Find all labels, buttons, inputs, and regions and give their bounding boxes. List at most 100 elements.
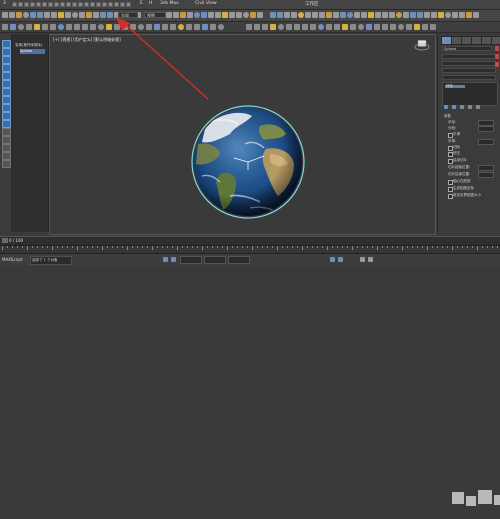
menu-item[interactable]: 工作区 xyxy=(305,1,319,7)
modifier-list-dropdown[interactable] xyxy=(442,54,496,59)
toolbar-button-icon[interactable] xyxy=(236,12,242,18)
menu-glyph-icon[interactable] xyxy=(18,1,23,7)
toolbar-button-icon[interactable] xyxy=(37,12,43,18)
maxscript-label[interactable]: MAXScript xyxy=(2,257,23,262)
toolbar-button-icon[interactable] xyxy=(250,12,256,18)
menu-glyph-icon[interactable] xyxy=(36,1,41,7)
toolbar-button-icon[interactable] xyxy=(445,12,451,18)
slice-to-spinner[interactable] xyxy=(478,172,494,178)
toolbar-button-icon[interactable] xyxy=(86,12,92,18)
hemisphere-spinner[interactable] xyxy=(478,139,494,145)
scene-explorer-tool-icon[interactable] xyxy=(2,136,11,144)
auto-key-button[interactable] xyxy=(330,257,335,262)
menu-glyph-icon[interactable] xyxy=(102,1,107,7)
menu-glyph-icon[interactable] xyxy=(24,1,29,7)
pin-stack-icon[interactable] xyxy=(444,105,448,109)
toolbar-button-icon[interactable] xyxy=(396,12,402,18)
ribbon-button-icon[interactable] xyxy=(326,24,332,30)
toolbar-button-icon[interactable] xyxy=(270,12,276,18)
scene-explorer-tool-icon[interactable] xyxy=(2,56,11,64)
ribbon-button-icon[interactable] xyxy=(358,24,364,30)
toolbar-button-icon[interactable] xyxy=(100,12,106,18)
toolbar-button-icon[interactable] xyxy=(257,12,263,18)
slice-from-spinner[interactable] xyxy=(478,165,494,171)
toolbar-button-icon[interactable] xyxy=(44,12,50,18)
ribbon-button-icon[interactable] xyxy=(90,24,96,30)
ribbon-button-icon[interactable] xyxy=(50,24,56,30)
toolbar-button-icon[interactable] xyxy=(93,12,99,18)
toolbar-button-icon[interactable] xyxy=(298,12,304,18)
menu-glyph-icon[interactable] xyxy=(66,1,71,7)
menu-glyph-icon[interactable] xyxy=(60,1,65,7)
toolbar-button-icon[interactable] xyxy=(201,12,207,18)
toolbar-button-icon[interactable] xyxy=(79,12,85,18)
toolbar-button-icon[interactable] xyxy=(194,12,200,18)
ribbon-button-icon[interactable] xyxy=(74,24,80,30)
ribbon-button-icon[interactable] xyxy=(390,24,396,30)
ribbon-button-icon[interactable] xyxy=(10,24,16,30)
toolbar-button-icon[interactable] xyxy=(333,12,339,18)
toolbar-button-icon[interactable] xyxy=(222,12,228,18)
toolbar-button-icon[interactable] xyxy=(229,12,235,18)
toolbar-button-icon[interactable] xyxy=(107,12,113,18)
toolbar-button-icon[interactable] xyxy=(382,12,388,18)
edge-button-1[interactable] xyxy=(495,46,499,51)
menu-glyph-icon[interactable] xyxy=(42,1,47,7)
ribbon-button-icon[interactable] xyxy=(278,24,284,30)
menu-glyph-icon[interactable] xyxy=(54,1,59,7)
ribbon-button-icon[interactable] xyxy=(270,24,276,30)
ribbon-button-icon[interactable] xyxy=(430,24,436,30)
ribbon-button-icon[interactable] xyxy=(334,24,340,30)
modifier-stack[interactable]: 球体 xyxy=(442,82,498,106)
modifier-field-4[interactable] xyxy=(442,75,496,80)
ribbon-button-icon[interactable] xyxy=(254,24,260,30)
menu-glyph-icon[interactable] xyxy=(96,1,101,7)
ribbon-button-icon[interactable] xyxy=(294,24,300,30)
reference-coord-dropdown[interactable]: 视图 xyxy=(144,12,166,18)
menu-item[interactable]: H xyxy=(149,1,152,6)
ribbon-button-icon[interactable] xyxy=(382,24,388,30)
ribbon-button-icon[interactable] xyxy=(406,24,412,30)
modifier-field-2[interactable] xyxy=(442,61,496,66)
time-slider-bar[interactable]: 0 / 100 xyxy=(0,236,500,245)
toolbar-button-icon[interactable] xyxy=(58,12,64,18)
toolbar-button-icon[interactable] xyxy=(354,12,360,18)
menu-glyph-icon[interactable] xyxy=(72,1,77,7)
ribbon-button-icon[interactable] xyxy=(26,24,32,30)
menu-glyph-icon[interactable] xyxy=(30,1,35,7)
toolbar-button-icon[interactable] xyxy=(375,12,381,18)
menu-glyph-icon[interactable] xyxy=(84,1,89,7)
make-unique-icon[interactable] xyxy=(460,105,464,109)
ribbon-button-icon[interactable] xyxy=(422,24,428,30)
toolbar-button-icon[interactable] xyxy=(368,12,374,18)
toolbar-button-icon[interactable] xyxy=(438,12,444,18)
toolbar-button-icon[interactable] xyxy=(424,12,430,18)
toolbar-button-icon[interactable] xyxy=(340,12,346,18)
ribbon-button-icon[interactable] xyxy=(98,24,104,30)
ribbon-button-icon[interactable] xyxy=(58,24,64,30)
ribbon-button-icon[interactable] xyxy=(310,24,316,30)
scene-explorer-tool-icon[interactable] xyxy=(2,104,11,112)
segments-spinner[interactable] xyxy=(478,126,494,132)
toolbar-button-icon[interactable] xyxy=(291,12,297,18)
x-coordinate-field[interactable] xyxy=(180,256,202,264)
scene-explorer-tool-icon[interactable] xyxy=(2,40,11,48)
scene-explorer-tool-icon[interactable] xyxy=(2,88,11,96)
toolbar-button-icon[interactable] xyxy=(284,12,290,18)
menu-glyph-icon[interactable] xyxy=(108,1,113,7)
set-key-button[interactable] xyxy=(338,257,343,262)
selection-filter-dropdown[interactable]: 全部 xyxy=(118,12,138,18)
ribbon-button-icon[interactable] xyxy=(318,24,324,30)
lock-selection-icon[interactable] xyxy=(163,257,168,262)
toolbar-button-icon[interactable] xyxy=(173,12,179,18)
scene-explorer-tool-icon[interactable] xyxy=(2,120,11,128)
menu-item[interactable]: Civil View xyxy=(195,1,217,6)
ribbon-button-icon[interactable] xyxy=(262,24,268,30)
menu-item[interactable]: 3ds Max xyxy=(160,1,179,6)
scene-explorer-tool-icon[interactable] xyxy=(2,144,11,152)
menu-item[interactable]: E xyxy=(140,1,143,6)
toolbar-button-icon[interactable] xyxy=(208,12,214,18)
z-coordinate-field[interactable] xyxy=(228,256,250,264)
toolbar-button-icon[interactable] xyxy=(2,12,8,18)
play-button[interactable] xyxy=(360,257,365,262)
